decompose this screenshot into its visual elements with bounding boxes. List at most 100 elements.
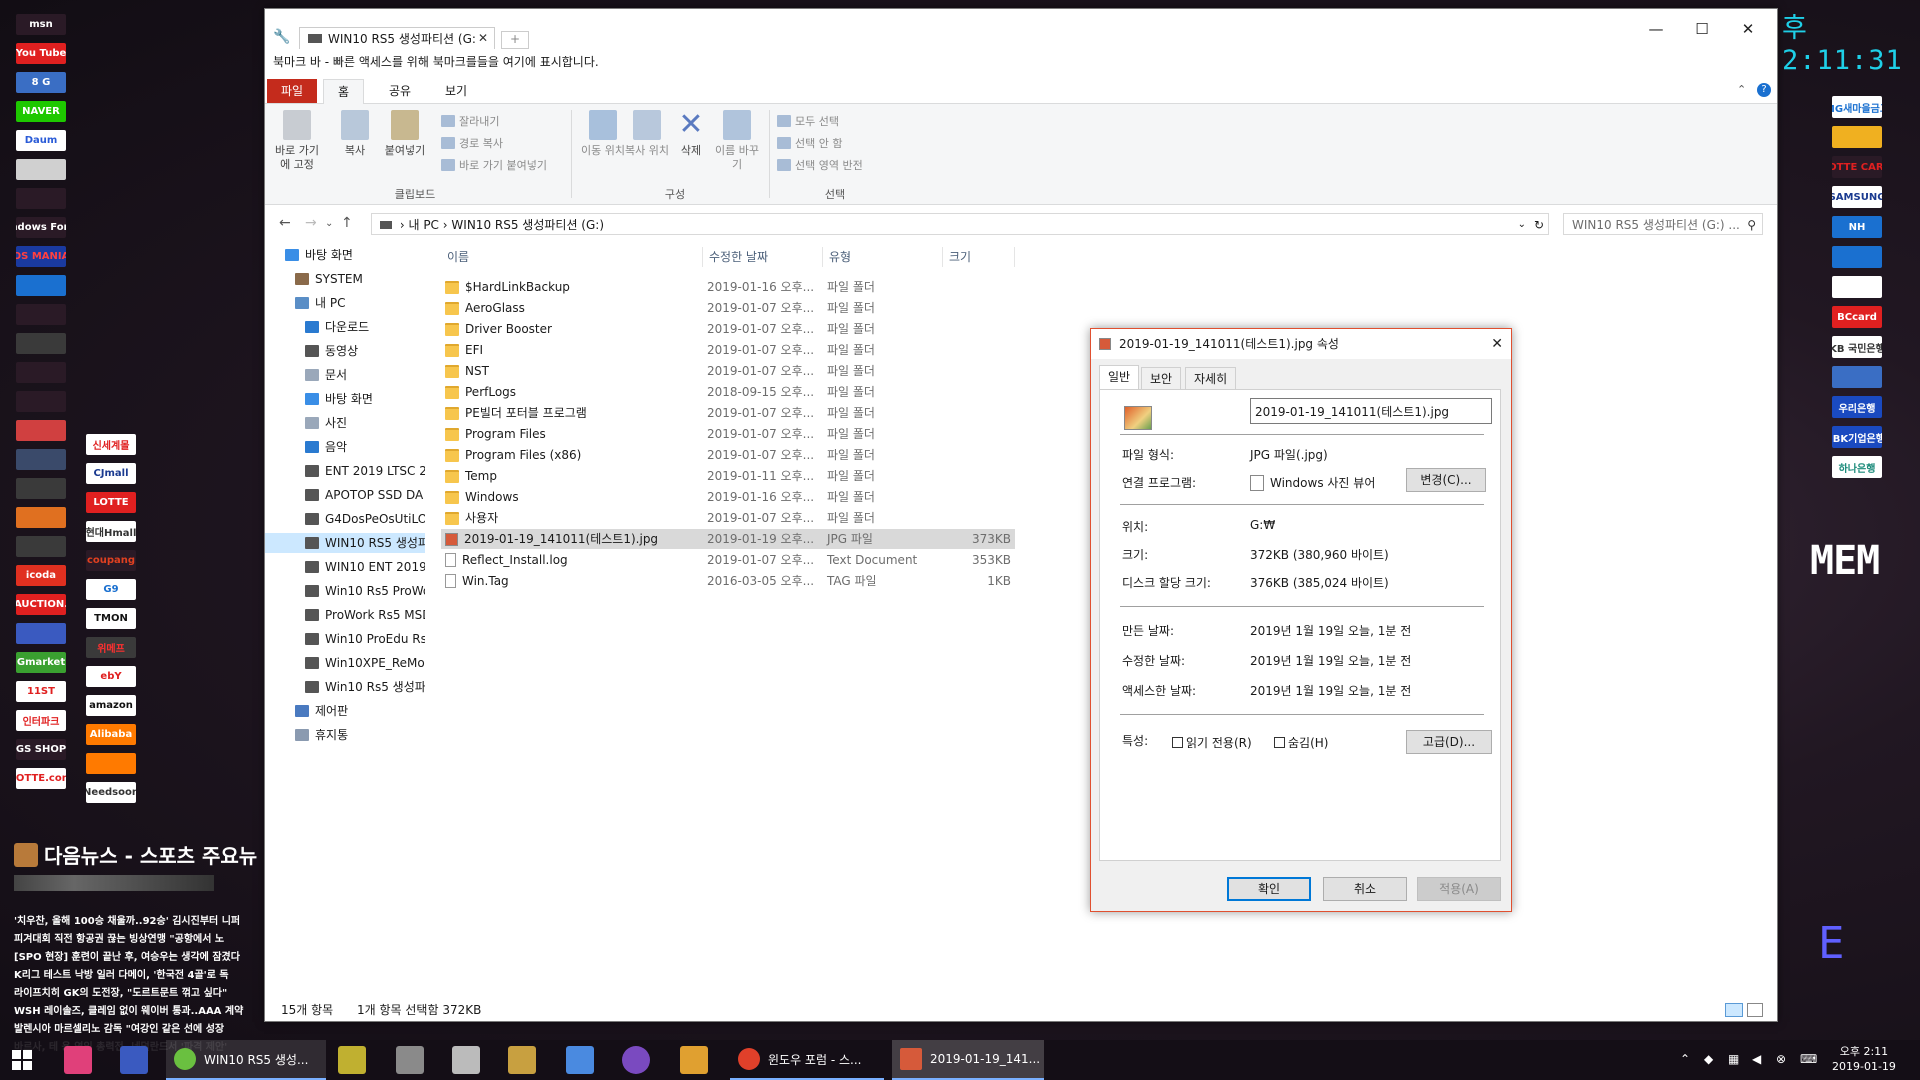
collapse-ribbon-icon[interactable]: ⌃ [1737,83,1746,96]
minimize-button[interactable]: — [1633,15,1679,43]
hidden-checkbox-box[interactable] [1274,737,1285,748]
nav-item[interactable]: 사진 [265,413,425,433]
desktop-shortcut[interactable]: amazon [86,695,136,716]
desktop-shortcut[interactable]: Needsoon [86,782,136,803]
desktop-shortcut[interactable] [16,478,66,499]
address-dropdown-icon[interactable]: ⌄ [1518,214,1526,236]
tray-network-icon[interactable]: ▦ [1728,1052,1739,1066]
news-item[interactable]: 라이프치히 GK의 도전장, "도르트문트 꺾고 싶다" [14,985,264,1003]
nav-item[interactable]: SYSTEM [265,269,425,289]
news-item[interactable]: [SPO 현장] 훈련이 끝난 후, 여승우는 생각에 잠겼다 [14,949,264,967]
taskbar-clock[interactable]: 오후 2:11 2019-01-19 [1832,1044,1896,1074]
pin-quick-access-button[interactable]: 바로 가기에 고정 [271,110,323,172]
desktop-shortcut[interactable]: AUCTION. [16,594,66,615]
desktop-shortcut[interactable] [16,304,66,325]
news-item[interactable]: 발렌시아 마르셀리노 감독 "여강인 같은 선에 성장 [14,1021,264,1039]
desktop-shortcut[interactable]: GS SHOP [16,739,66,760]
desktop-shortcut[interactable] [86,753,136,774]
tool-icon[interactable] [338,1046,366,1074]
tab-general[interactable]: 일반 [1099,365,1140,390]
desktop-shortcut[interactable]: LOTTE [86,492,136,513]
news-item[interactable]: '치우찬, 올해 100승 채울까..92승' 김시진부터 니퍼 [14,913,264,931]
column-size[interactable]: 크기 [943,247,1015,267]
desktop-shortcut[interactable] [16,420,66,441]
nav-item[interactable]: APOTOP SSD DA [265,485,425,505]
file-row[interactable]: $HardLinkBackup 2019-01-16 오후... 파일 폴더 [441,277,1015,297]
desktop-shortcut[interactable]: 인터파크 [16,710,66,731]
change-button[interactable]: 변경(C)... [1406,468,1486,492]
file-row[interactable]: Win.Tag 2016-03-05 오후... TAG 파일 1KB [441,571,1015,591]
paste-button[interactable]: 붙여넣기 [379,110,431,158]
maximize-button[interactable]: ☐ [1679,15,1725,43]
nav-item[interactable]: Win10 ProEdu Rs5 [265,629,425,649]
taskbar-properties[interactable]: 2019-01-19_141... [892,1040,1044,1080]
desktop-shortcut[interactable]: You Tube [16,43,66,64]
tool-icon-2[interactable] [396,1046,424,1074]
desktop-shortcut[interactable]: 하나은행 [1832,456,1882,478]
recent-chevron-icon[interactable]: ⌄ [325,218,333,229]
column-date[interactable]: 수정한 날짜 [703,247,823,267]
breadcrumb-drive[interactable]: WIN10 RS5 생성파티션 (G:) [451,218,604,232]
file-icon[interactable] [566,1046,594,1074]
desktop-shortcut[interactable] [1832,276,1882,298]
desktop-shortcut[interactable]: NAVER [16,101,66,122]
desktop-shortcut[interactable]: BCcard [1832,306,1882,328]
start-button[interactable] [12,1050,32,1070]
nav-item[interactable]: 음악 [265,437,425,457]
desktop-shortcut[interactable] [16,275,66,296]
news-title[interactable]: 다음뉴스 - 스포츠 주요뉴 [14,840,264,869]
file-row[interactable]: Program Files (x86) 2019-01-07 오후... 파일 폴더 [441,445,1015,465]
desktop-shortcut[interactable]: SAMSUNG [1832,186,1882,208]
column-type[interactable]: 유형 [823,247,943,267]
news-item[interactable]: K리그 테스트 낙방 일러 다메이, '한국전 4골'로 독 [14,967,264,985]
cut-button[interactable]: 잘라내기 [441,112,499,130]
desktop-shortcut[interactable] [1832,246,1882,268]
apply-button[interactable]: 적용(A) [1417,877,1501,901]
paste-shortcut-button[interactable]: 바로 가기 붙여넣기 [441,156,547,174]
nav-item[interactable]: 내 PC [265,293,425,313]
file-row[interactable]: Reflect_Install.log 2019-01-07 오후... Text … [441,550,1015,570]
wrench-icon[interactable]: 🔧 [273,29,290,45]
desktop-shortcut[interactable]: LOTTE.com [16,768,66,789]
forward-icon[interactable]: → [305,215,317,231]
nav-item[interactable]: 바탕 화면 [265,245,425,265]
file-row[interactable]: Windows 2019-01-16 오후... 파일 폴더 [441,487,1015,507]
nav-item[interactable]: ENT 2019 LTSC 2 [265,461,425,481]
nav-item[interactable]: 다운로드 [265,317,425,337]
select-all-button[interactable]: 모두 선택 [777,112,839,130]
desktop-shortcut[interactable]: OS MANIA [16,246,66,267]
new-tab-button[interactable]: + [501,31,529,49]
readonly-checkbox[interactable]: 읽기 전용(R) [1172,734,1252,751]
nav-item[interactable]: 동영상 [265,341,425,361]
desktop-shortcut[interactable]: LOTTE CARD [1832,156,1882,178]
ok-button[interactable]: 확인 [1227,877,1311,901]
advanced-button[interactable]: 고급(D)... [1406,730,1492,754]
file-row[interactable]: 사용자 2019-01-07 오후... 파일 폴더 [441,508,1015,528]
desktop-shortcut[interactable]: coupang [86,550,136,571]
desktop-shortcut[interactable]: 우리은행 [1832,396,1882,418]
file-row[interactable]: PE빌더 포터블 프로그램 2019-01-07 오후... 파일 폴더 [441,403,1015,423]
desktop-shortcut[interactable]: 11ST [16,681,66,702]
file-row[interactable]: Program Files 2019-01-07 오후... 파일 폴더 [441,424,1015,444]
tab-view[interactable]: 보기 [431,79,481,103]
desktop-shortcut[interactable]: icoda [16,565,66,586]
cancel-button[interactable]: 취소 [1323,877,1407,901]
nav-item[interactable]: WIN10 RS5 생성파 [265,533,425,553]
desktop-shortcut[interactable] [16,536,66,557]
nav-item[interactable]: Win10 Rs5 생성파 [265,677,425,697]
help-icon[interactable]: ? [1757,83,1771,97]
desktop-shortcut[interactable]: CJmall [86,463,136,484]
desktop-shortcut[interactable]: NH [1832,216,1882,238]
desktop-shortcut[interactable] [1832,126,1882,148]
delete-button[interactable]: ✕ 삭제 [665,110,717,158]
desktop-shortcut[interactable]: MG새마을금고 [1832,96,1882,118]
desktop-shortcut[interactable] [16,507,66,528]
tray-chevron-icon[interactable]: ⌃ [1680,1052,1690,1066]
file-row[interactable]: Driver Booster 2019-01-07 오후... 파일 폴더 [441,319,1015,339]
nav-item[interactable]: 휴지통 [265,725,425,745]
dialog-close-icon[interactable]: ✕ [1491,329,1503,359]
file-row[interactable]: 2019-01-19_141011(테스트1).jpg 2019-01-19 오후… [441,529,1015,549]
desktop-shortcut[interactable]: Alibaba [86,724,136,745]
refresh-icon[interactable]: ↻ [1534,214,1544,236]
file-row[interactable]: NST 2019-01-07 오후... 파일 폴더 [441,361,1015,381]
